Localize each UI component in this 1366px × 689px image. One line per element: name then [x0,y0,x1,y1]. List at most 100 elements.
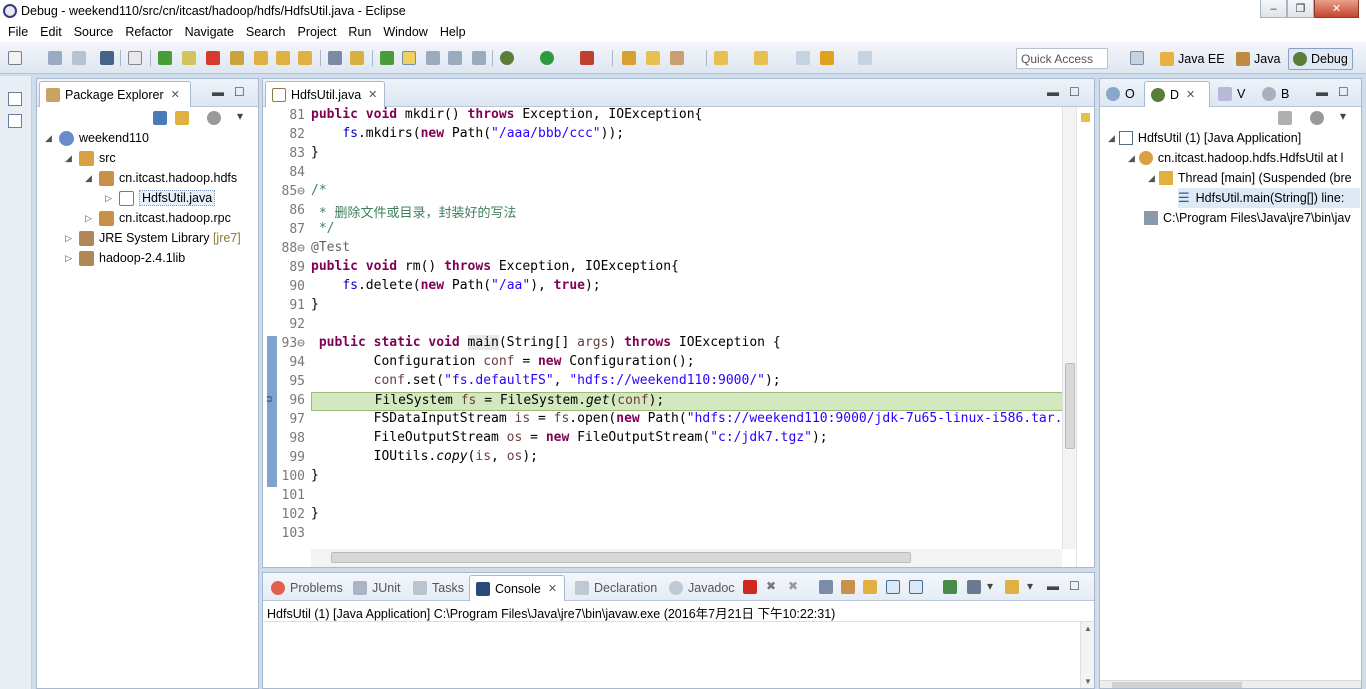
show-stdout-icon[interactable] [886,580,900,594]
debug-run-icon[interactable] [380,51,394,65]
view-menu-dropdown-icon[interactable]: ▾ [1340,109,1346,123]
search-icon[interactable] [670,51,684,65]
tab-variables[interactable]: V [1212,81,1251,107]
save-icon[interactable] [48,51,62,65]
menu-window[interactable]: Window [377,25,433,39]
display-console-icon[interactable] [967,580,981,594]
restore-icon[interactable] [8,92,22,106]
previous-annotation-icon[interactable] [754,51,768,65]
maximize-view-icon[interactable]: ☐ [1338,85,1349,99]
open-type-icon[interactable] [646,51,660,65]
minimize-view-icon[interactable]: ▬ [1047,579,1059,593]
close-tab-icon[interactable]: ✕ [548,582,557,595]
save-all-icon[interactable] [72,51,86,65]
tree-item-jre-library[interactable]: ▷ JRE System Library [jre7] [65,228,241,248]
debug-launch-item[interactable]: ◢ HdfsUtil (1) [Java Application] [1108,128,1360,148]
use-step-filters-icon[interactable] [350,51,364,65]
console-vertical-scrollbar[interactable]: ▲ ▼ [1080,622,1094,688]
filter-icon[interactable] [207,111,221,125]
tab-problems[interactable]: Problems [265,575,349,601]
close-button[interactable]: ✕ [1314,0,1359,18]
toggle-block-icon[interactable] [426,51,440,65]
debug-horizontal-scrollbar[interactable] [1100,680,1361,688]
toggle-word-wrap-icon[interactable] [448,51,462,65]
menu-refactor[interactable]: Refactor [119,25,178,39]
tab-declaration[interactable]: Declaration [569,575,663,601]
tree-item-package-rpc[interactable]: ▷ cn.itcast.hadoop.rpc [85,208,231,228]
collapse-all-icon[interactable] [153,111,167,125]
scroll-thumb[interactable] [1112,682,1242,688]
close-tab-icon[interactable]: ✕ [368,88,377,101]
close-tab-icon[interactable]: ✕ [1186,88,1195,101]
minimize-view-icon[interactable]: ▬ [1316,85,1328,99]
minimize-button[interactable]: – [1260,0,1287,18]
tree-item-src[interactable]: ◢ src [65,148,116,168]
clear-console-icon[interactable] [819,580,833,594]
toggle-mark-icon[interactable] [402,51,416,65]
tree-item-hadoop-lib[interactable]: ▷ hadoop-2.4.1lib [65,248,185,268]
tree-item-hdfsutil-java[interactable]: ▷ HdfsUtil.java [105,188,216,208]
debug-target-item[interactable]: ◢ cn.itcast.hadoop.hdfs.HdfsUtil at l [1128,148,1360,168]
menu-navigate[interactable]: Navigate [179,25,240,39]
display-console-dropdown-icon[interactable]: ▾ [987,579,993,593]
word-wrap-icon[interactable] [863,580,877,594]
show-stderr-icon[interactable] [909,580,923,594]
pin-console-icon[interactable] [943,580,957,594]
editor-horizontal-scrollbar[interactable] [311,549,1062,567]
open-console-dropdown-icon[interactable]: ▾ [1027,579,1033,593]
step-into-icon[interactable] [254,51,268,65]
maximize-view-icon[interactable]: ☐ [1069,579,1080,593]
tab-hdfsutil-java[interactable]: HdfsUtil.java ✕ [265,81,385,107]
tab-junit[interactable]: JUnit [347,575,406,601]
maximize-button[interactable]: ❐ [1287,0,1314,18]
editor-vertical-scrollbar[interactable] [1062,107,1076,549]
scroll-thumb[interactable] [331,552,911,563]
terminate-icon[interactable] [206,51,220,65]
perspective-java-ee[interactable]: Java EE [1156,48,1229,70]
tree-item-package-hdfs[interactable]: ◢ cn.itcast.hadoop.hdfs [85,168,237,188]
external-tools-icon[interactable] [580,51,594,65]
remove-launch-icon[interactable]: ✖ [766,579,776,593]
drop-to-frame-icon[interactable] [328,51,342,65]
menu-edit[interactable]: Edit [34,25,68,39]
back-icon[interactable] [820,51,834,65]
show-whitespace-icon[interactable] [472,51,486,65]
tab-breakpoints[interactable]: B [1256,81,1295,107]
open-console-icon[interactable] [100,51,114,65]
view-menu-icon[interactable] [1310,111,1324,125]
maximize-view-icon[interactable]: ☐ [234,85,245,99]
menu-project[interactable]: Project [292,25,343,39]
minimize-view-icon[interactable]: ▬ [212,85,224,99]
tab-tasks[interactable]: Tasks [407,575,470,601]
next-annotation-icon[interactable] [714,51,728,65]
scroll-lock-icon[interactable] [841,580,855,594]
remove-terminated-icon[interactable] [1278,111,1292,125]
last-edit-icon[interactable] [796,51,810,65]
close-tab-icon[interactable]: ✕ [171,88,180,101]
debug-process-item[interactable]: C:\Program Files\Java\jre7\bin\jav [1144,208,1360,228]
run-icon[interactable] [540,51,554,65]
open-perspective-icon[interactable] [1130,51,1144,65]
code-editor[interactable]: ➲ 81 82 83 84 85⊖ 86 87 88⊖ 89 90 91 92 93⊖ 94 95 96 97 9… [263,107,1094,567]
link-with-editor-icon[interactable] [175,111,189,125]
resume-icon[interactable] [158,51,172,65]
tree-item-project[interactable]: ◢ weekend110 [45,128,149,148]
menu-search[interactable]: Search [240,25,292,39]
terminate-icon[interactable] [743,580,757,594]
forward-icon[interactable] [858,51,872,65]
menu-source[interactable]: Source [68,25,120,39]
disconnect-icon[interactable] [230,51,244,65]
open-console-icon[interactable] [1005,580,1019,594]
scroll-thumb[interactable] [1065,363,1075,449]
console-output[interactable]: ▲ ▼ [263,621,1094,688]
tab-javadoc[interactable]: Javadoc [663,575,741,601]
menu-run[interactable]: Run [342,25,377,39]
menu-file[interactable]: File [2,25,34,39]
new-java-package-icon[interactable] [622,51,636,65]
minimized-view-icon[interactable] [8,114,22,128]
perspective-debug[interactable]: Debug [1288,48,1353,70]
view-menu-icon[interactable]: ▾ [237,109,243,123]
debug-stack-frame-item[interactable]: ☰ HdfsUtil.main(String[]) line: [1178,188,1360,208]
minimize-view-icon[interactable]: ▬ [1047,85,1059,99]
quick-access-input[interactable]: Quick Access [1016,48,1108,69]
